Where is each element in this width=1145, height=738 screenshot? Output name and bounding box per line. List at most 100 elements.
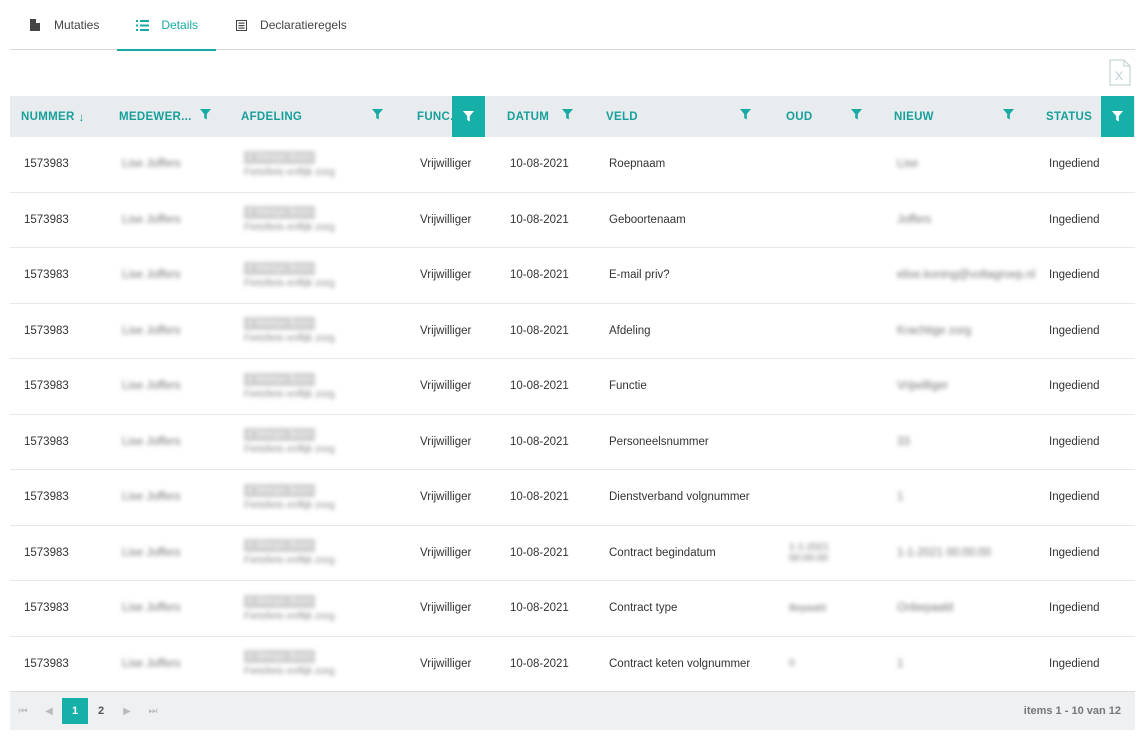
afdeling-line-2: Fietsfiets enflijk zorg	[244, 444, 335, 456]
column-header-label: AFDELING	[241, 110, 303, 123]
excel-export-icon[interactable]: X	[1107, 59, 1133, 86]
filter-icon[interactable]	[1001, 107, 1015, 121]
cell-status: Ingediend	[1049, 158, 1100, 171]
cell-datum: 10-08-2021	[510, 380, 569, 393]
details-grid: NUMMER ↓ MEDEWER... AFDELING FUNC... DATUM VEL…	[10, 96, 1135, 692]
cell-medewerker: Lise Joffers	[122, 158, 181, 171]
cell-afdeling: 4 Weeps Bonn Fietsfiets enflijk zorg	[230, 248, 406, 303]
prev-page-icon[interactable]: ◀	[36, 698, 62, 724]
cell-status: Ingediend	[1049, 546, 1100, 559]
column-header-veld[interactable]: VELD	[595, 96, 775, 137]
cell-functie: Vrijwilliger	[420, 380, 472, 393]
afdeling-line-1: 4 Weeps Bonn	[244, 206, 316, 220]
table-row[interactable]: 1573983 Lise Joffers 4 Weeps Bonn Fietsfiet…	[10, 470, 1135, 526]
cell-veld: Contract type	[609, 602, 678, 615]
column-header-medewer[interactable]: MEDEWER...	[108, 96, 230, 137]
table-row[interactable]: 1573983 Lise Joffers 4 Weeps Bonn Fietsfiet…	[10, 137, 1135, 193]
table-row[interactable]: 1573983 Lise Joffers 4 Weeps Bonn Fietsfiet…	[10, 304, 1135, 359]
first-page-icon[interactable]: ⏮	[10, 698, 36, 724]
afdeling-line-2: Fietsfiets enflijk zorg	[244, 222, 335, 234]
afdeling-line-2: Fietsfiets enflijk zorg	[244, 333, 335, 345]
cell-status: Ingediend	[1049, 324, 1100, 337]
filter-icon[interactable]	[738, 107, 752, 121]
afdeling-line-1: 4 Weeps Bonn	[244, 372, 316, 386]
filter-icon[interactable]	[452, 96, 485, 137]
cell-datum: 10-08-2021	[510, 269, 569, 282]
column-header-status[interactable]: STATUS	[1035, 96, 1135, 137]
column-header-afdeling[interactable]: AFDELING	[230, 96, 406, 137]
cell-medewerker: Lise Joffers	[122, 491, 181, 504]
tab-mutaties[interactable]: Mutaties	[10, 0, 117, 50]
cell-nummer: 1573983	[24, 269, 69, 282]
tab-label: Mutaties	[54, 18, 100, 32]
cell-nieuw: 1-1-2021 00:00:00	[897, 546, 991, 559]
table-row[interactable]: 1573983 Lise Joffers 4 Weeps Bonn Fietsfiet…	[10, 526, 1135, 581]
afdeling-line-1: 4 Weeps Bonn	[244, 650, 316, 664]
column-header-nummer[interactable]: NUMMER ↓	[10, 96, 108, 137]
cell-nieuw: Krachtige zorg	[897, 324, 972, 337]
afdeling-line-2: Fietsfiets enflijk zorg	[244, 166, 335, 178]
afdeling-line-2: Fietsfiets enflijk zorg	[244, 666, 335, 678]
column-header-datum[interactable]: DATUM	[496, 96, 595, 137]
svg-text:X: X	[1115, 69, 1123, 83]
table-row[interactable]: 1573983 Lise Joffers 4 Weeps Bonn Fietsfiet…	[10, 415, 1135, 470]
cell-medewerker: Lise Joffers	[122, 324, 181, 337]
cell-functie: Vrijwilliger	[420, 491, 472, 504]
tab-declaratieregels[interactable]: Declaratieregels	[216, 0, 365, 50]
cell-nieuw: Onbepaald	[897, 602, 954, 615]
cell-nummer: 1573983	[24, 435, 69, 448]
cell-nummer: 1573983	[24, 491, 69, 504]
filter-icon[interactable]	[849, 107, 863, 121]
afdeling-line-1: 4 Weeps Bonn	[244, 317, 316, 331]
column-header-func[interactable]: FUNC...	[406, 96, 496, 137]
cell-nummer: 1573983	[24, 380, 69, 393]
next-page-icon[interactable]: ▶	[114, 698, 140, 724]
page-2-button[interactable]: 2	[88, 698, 114, 724]
cell-status: Ingediend	[1049, 435, 1100, 448]
list-icon	[135, 18, 149, 32]
table-row[interactable]: 1573983 Lise Joffers 4 Weeps Bonn Fietsfiet…	[10, 193, 1135, 248]
page-1-button[interactable]: 1	[62, 698, 88, 724]
cell-status: Ingediend	[1049, 213, 1100, 226]
filter-icon[interactable]	[1101, 96, 1134, 137]
last-page-icon[interactable]: ⏭	[140, 698, 166, 724]
cell-veld: Geboortenaam	[609, 213, 686, 226]
cell-afdeling: 4 Weeps Bonn Fietsfiets enflijk zorg	[230, 193, 406, 248]
cell-afdeling: 4 Weeps Bonn Fietsfiets enflijk zorg	[230, 359, 406, 414]
cell-datum: 10-08-2021	[510, 657, 569, 670]
column-header-nieuw[interactable]: NIEUW	[883, 96, 1035, 137]
afdeling-line-2: Fietsfiets enflijk zorg	[244, 499, 335, 511]
cell-datum: 10-08-2021	[510, 546, 569, 559]
cell-medewerker: Lise Joffers	[122, 602, 181, 615]
pager-info: items 1 - 10 van 12	[1023, 705, 1121, 717]
oud-line-1: 1-1-2021	[789, 541, 830, 553]
table-row[interactable]: 1573983 Lise Joffers 4 Weeps Bonn Fietsfiet…	[10, 581, 1135, 637]
filter-icon[interactable]	[198, 107, 212, 121]
filter-icon[interactable]	[370, 107, 384, 121]
table-row[interactable]: 1573983 Lise Joffers 4 Weeps Bonn Fietsfiet…	[10, 637, 1135, 692]
cell-veld: Contract begindatum	[609, 546, 716, 559]
table-row[interactable]: 1573983 Lise Joffers 4 Weeps Bonn Fietsfiet…	[10, 248, 1135, 304]
cell-functie: Vrijwilliger	[420, 158, 472, 171]
cell-functie: Vrijwilliger	[420, 657, 472, 670]
column-header-oud[interactable]: OUD	[775, 96, 883, 137]
cell-afdeling: 4 Weeps Bonn Fietsfiets enflijk zorg	[230, 304, 406, 359]
table-row[interactable]: 1573983 Lise Joffers 4 Weeps Bonn Fietsfiet…	[10, 359, 1135, 415]
cell-veld: E-mail priv?	[609, 269, 670, 282]
cell-veld: Functie	[609, 380, 647, 393]
tab-details[interactable]: Details	[117, 0, 216, 51]
column-header-label: VELD	[606, 110, 638, 123]
cell-medewerker: Lise Joffers	[122, 546, 181, 559]
cell-oud: 1-1-2021 00:00:00	[775, 526, 883, 581]
cell-nummer: 1573983	[24, 213, 69, 226]
cell-datum: 10-08-2021	[510, 491, 569, 504]
cell-nummer: 1573983	[24, 324, 69, 337]
afdeling-line-2: Fietsfiets enflijk zorg	[244, 610, 335, 622]
sort-descending-icon[interactable]: ↓	[79, 110, 85, 124]
filter-icon[interactable]	[560, 107, 574, 121]
column-header-label: NUMMER	[21, 110, 75, 123]
cell-afdeling: 4 Weeps Bonn Fietsfiets enflijk zorg	[230, 526, 406, 581]
oud-line-1: 0	[789, 658, 795, 670]
column-header-label: STATUS	[1046, 110, 1093, 123]
cell-veld: Afdeling	[609, 324, 651, 337]
